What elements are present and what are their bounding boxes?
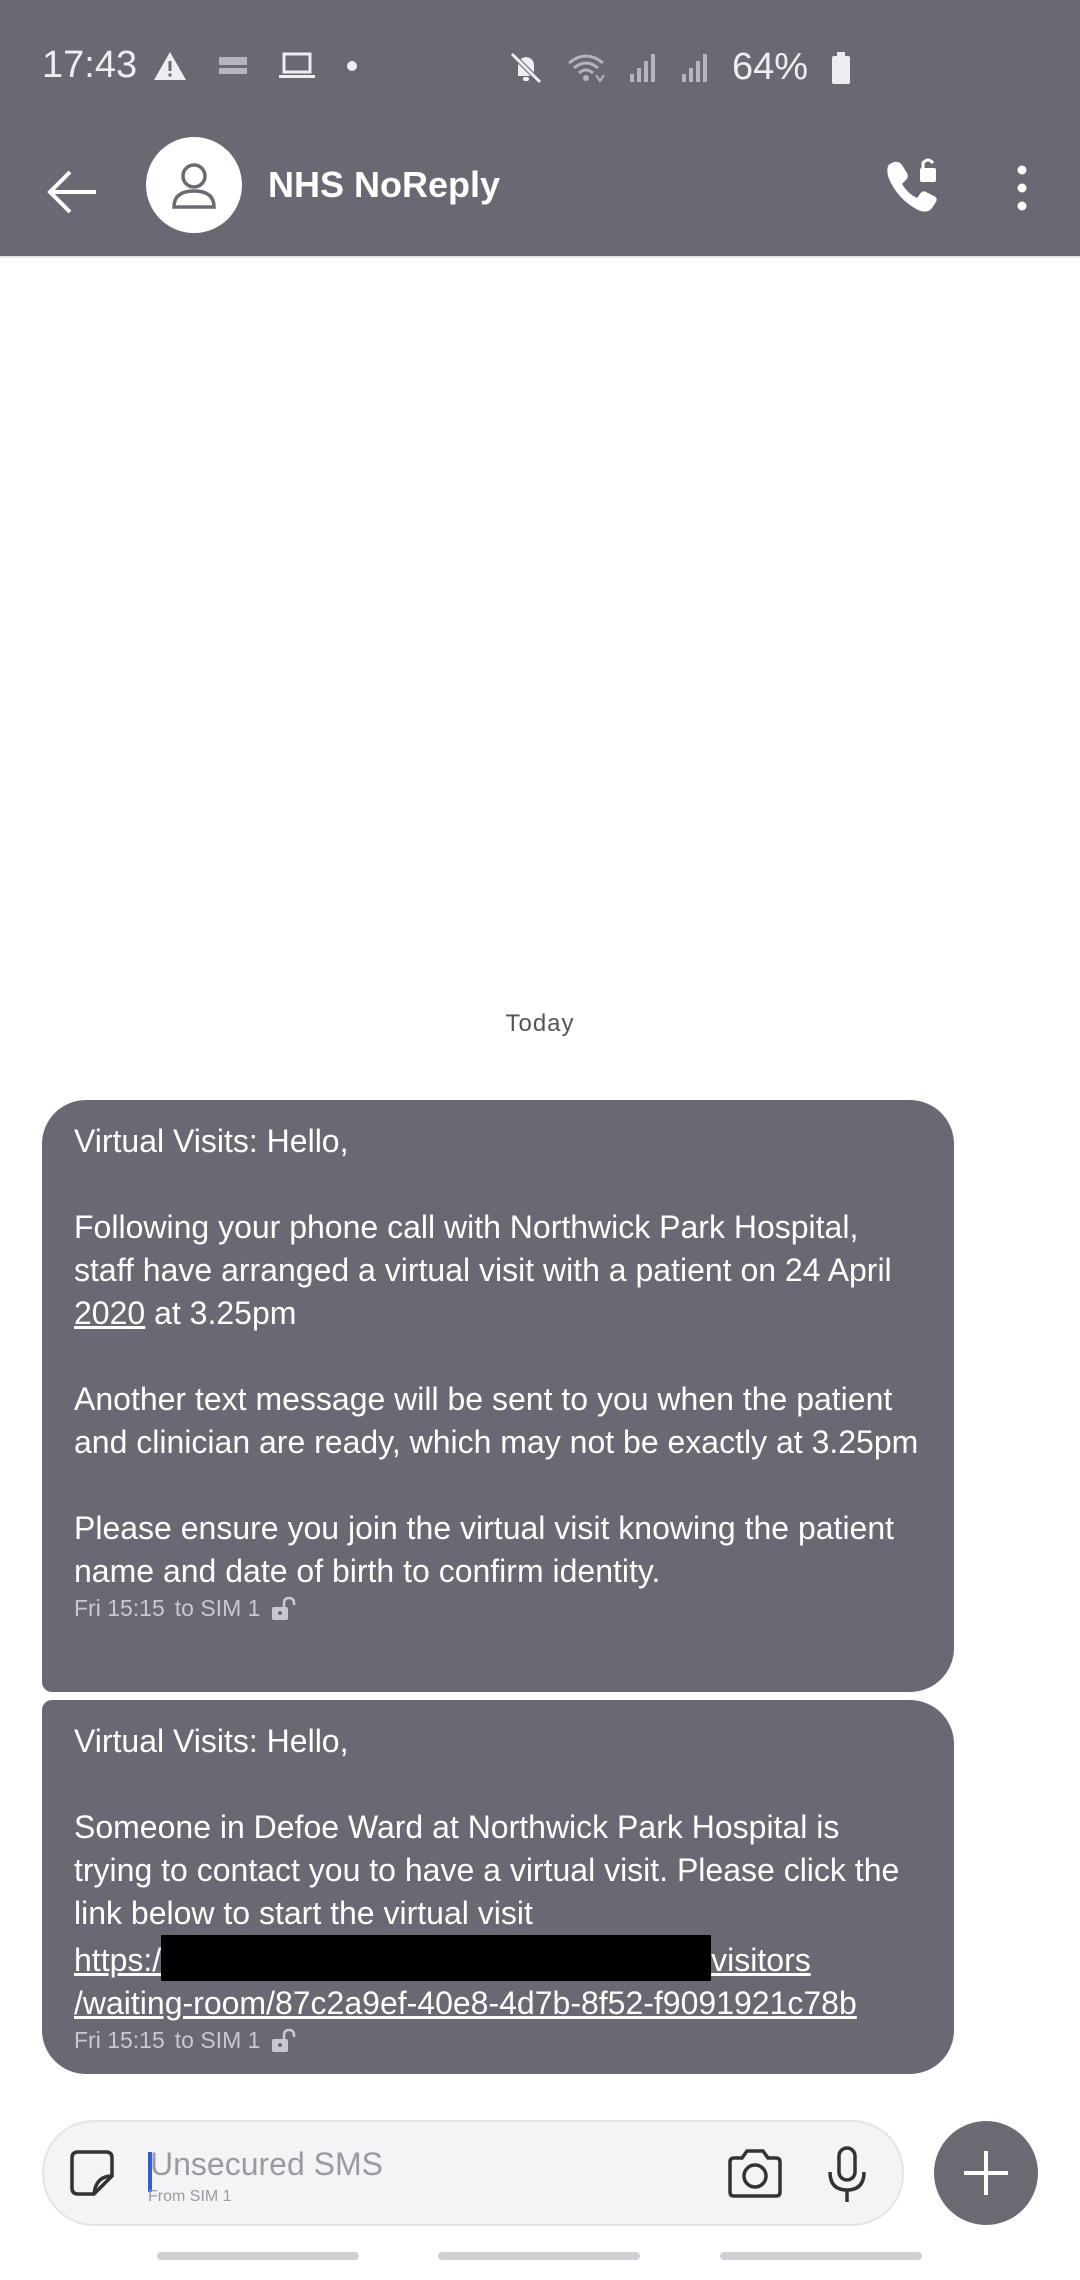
mute-icon [510, 51, 542, 84]
message-time: Fri 15:15 [74, 2027, 165, 2053]
link-end[interactable]: /waiting-room/87c2a9ef-40e8-4d7b-8f52-f9… [74, 1985, 857, 2021]
app-bar: NHS NoReply [0, 132, 1080, 256]
message-composer[interactable]: Unsecured SMS From SIM 1 [42, 2120, 904, 2226]
redaction-box [161, 1935, 712, 1981]
link-mid[interactable]: visitors [711, 1942, 811, 1978]
sticker-icon[interactable] [64, 2146, 120, 2202]
message-text: at 3.25pm [145, 1295, 297, 1331]
message-text: Following your phone call with Northwick… [74, 1209, 892, 1288]
back-arrow-icon[interactable] [44, 162, 104, 222]
system-nav-bar [0, 2252, 1080, 2262]
status-time: 17:43 [42, 44, 138, 86]
battery-icon [832, 51, 851, 84]
nav-back[interactable] [720, 2252, 922, 2260]
nav-recents[interactable] [157, 2252, 359, 2260]
nav-home[interactable] [438, 2252, 640, 2260]
message-paragraph: Please ensure you join the virtual visit… [74, 1510, 895, 1589]
warning-icon [154, 52, 186, 80]
message-paragraph: Someone in Defoe Ward at Northwick Park … [74, 1809, 900, 1931]
wifi-icon [568, 54, 605, 83]
dot-icon [347, 61, 357, 71]
top-bar: 17:43 64% NHS NoReply [0, 0, 1080, 258]
message-bubble[interactable]: Virtual Visits: Hello, Following your ph… [42, 1100, 954, 1692]
attach-plus-button[interactable] [934, 2121, 1038, 2225]
message-time: Fri 15:15 [74, 1595, 165, 1621]
date-separator: Today [505, 1010, 575, 1037]
from-sim-label: From SIM 1 [148, 2188, 232, 2205]
message-input[interactable]: Unsecured SMS [150, 2146, 383, 2183]
phone-call-icon[interactable] [880, 154, 944, 218]
message-heading: Virtual Visits: Hello, [74, 1123, 349, 1159]
message-sim: to SIM 1 [174, 2027, 261, 2053]
contact-title[interactable]: NHS NoReply [268, 164, 500, 206]
plus-icon [964, 2151, 1008, 2195]
link-start[interactable]: https:/ [74, 1942, 161, 1978]
unlocked-icon [272, 1596, 296, 1620]
status-bar: 17:43 64% [0, 0, 1080, 132]
message-meta: Fri 15:15 to SIM 1 [74, 1595, 922, 1622]
battery-percent: 64% [732, 46, 809, 88]
avatar[interactable] [146, 137, 242, 233]
unlocked-icon [272, 2028, 296, 2052]
date-link[interactable]: 2020 [74, 1295, 145, 1331]
signal-icon [630, 53, 655, 82]
message-meta: Fri 15:15 to SIM 1 [74, 2027, 922, 2054]
more-vert-icon[interactable] [1002, 158, 1042, 218]
message-heading: Virtual Visits: Hello, [74, 1723, 349, 1759]
message-link[interactable]: https:/ visitors/waiting-room/87c2a9ef-40… [74, 1935, 922, 2025]
signal-icon [682, 53, 707, 82]
message-paragraph: Following your phone call with Northwick… [74, 1206, 922, 1335]
message-bubble[interactable]: Virtual Visits: Hello, Someone in Defoe … [42, 1700, 954, 2074]
message-sim: to SIM 1 [174, 1595, 261, 1621]
laptop-icon [279, 52, 315, 78]
camera-icon[interactable] [724, 2146, 786, 2202]
status-left-icons [152, 50, 358, 82]
avatar-person-icon [172, 163, 216, 209]
news-icon [219, 57, 247, 74]
message-paragraph: Another text message will be sent to you… [74, 1381, 919, 1460]
microphone-icon[interactable] [824, 2144, 870, 2206]
status-right-icons: 64% [508, 46, 852, 89]
